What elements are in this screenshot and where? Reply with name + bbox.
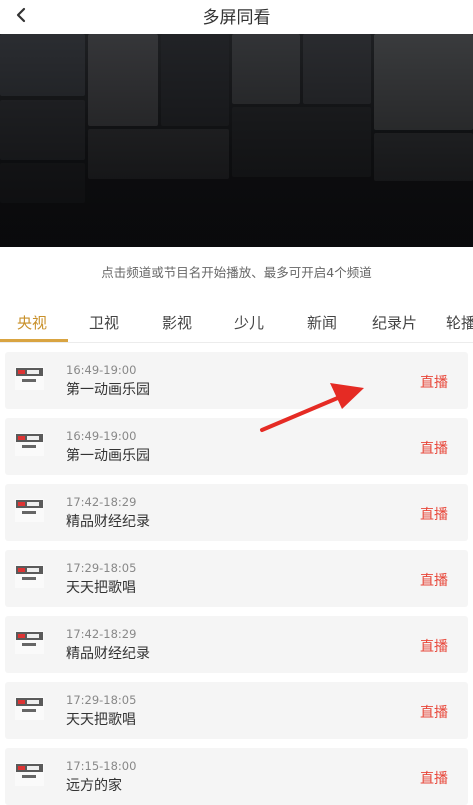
channel-row[interactable]: 17:15-18:00 远方的家 直播: [5, 748, 468, 805]
program-name[interactable]: 远方的家: [66, 775, 122, 795]
channel-row[interactable]: 17:29-18:05 天天把歌唱 直播: [5, 682, 468, 739]
program-time: 17:42-18:29: [66, 495, 137, 509]
program-name[interactable]: 精品财经纪录: [66, 511, 150, 531]
tab-cctv[interactable]: 央视: [17, 312, 47, 333]
program-time: 17:29-18:05: [66, 561, 137, 575]
cctv-logo-icon: [15, 565, 44, 588]
live-button[interactable]: 直播: [420, 702, 448, 722]
tab-rotation[interactable]: 轮播: [446, 312, 473, 333]
channel-row[interactable]: 17:42-18:29 精品财经纪录 直播: [5, 616, 468, 673]
channel-row[interactable]: 17:42-18:29 精品财经纪录 直播: [5, 484, 468, 541]
program-name[interactable]: 第一动画乐园: [66, 445, 150, 465]
channel-row[interactable]: 16:49-19:00 第一动画乐园 直播: [5, 352, 468, 409]
program-name[interactable]: 第一动画乐园: [66, 379, 150, 399]
banner-image: [0, 34, 473, 247]
program-name[interactable]: 天天把歌唱: [66, 709, 136, 729]
page-title: 多屏同看: [202, 8, 271, 28]
cctv-logo-icon: [15, 433, 44, 456]
program-time: 17:42-18:29: [66, 627, 137, 641]
category-tabs: 央视 卫视 影视 少儿 新闻 纪录片 轮播: [0, 304, 473, 342]
cctv-logo-icon: [15, 631, 44, 654]
live-button[interactable]: 直播: [420, 504, 448, 524]
live-button[interactable]: 直播: [420, 570, 448, 590]
live-button[interactable]: 直播: [420, 372, 448, 392]
nav-bar: 多屏同看: [0, 0, 473, 34]
tab-satellite[interactable]: 卫视: [89, 312, 119, 333]
live-button[interactable]: 直播: [420, 636, 448, 656]
live-button[interactable]: 直播: [420, 438, 448, 458]
tabs-divider: [0, 342, 473, 343]
hint-text: 点击频道或节目名开始播放、最多可开启4个频道: [101, 265, 372, 280]
cctv-logo-icon: [15, 763, 44, 786]
cctv-logo-icon: [15, 499, 44, 522]
tab-documentary[interactable]: 纪录片: [372, 312, 417, 333]
channel-row[interactable]: 17:29-18:05 天天把歌唱 直播: [5, 550, 468, 607]
cctv-logo-icon: [15, 697, 44, 720]
program-time: 17:29-18:05: [66, 693, 137, 707]
program-time: 16:49-19:00: [66, 363, 137, 377]
live-button[interactable]: 直播: [420, 768, 448, 788]
program-time: 16:49-19:00: [66, 429, 137, 443]
channel-row[interactable]: 16:49-19:00 第一动画乐园 直播: [5, 418, 468, 475]
cctv-logo-icon: [15, 367, 44, 390]
tab-kids[interactable]: 少儿: [234, 312, 264, 333]
program-name[interactable]: 精品财经纪录: [66, 643, 150, 663]
tab-film[interactable]: 影视: [162, 312, 192, 333]
program-time: 17:15-18:00: [66, 759, 137, 773]
tab-news[interactable]: 新闻: [307, 312, 337, 333]
program-name[interactable]: 天天把歌唱: [66, 577, 136, 597]
